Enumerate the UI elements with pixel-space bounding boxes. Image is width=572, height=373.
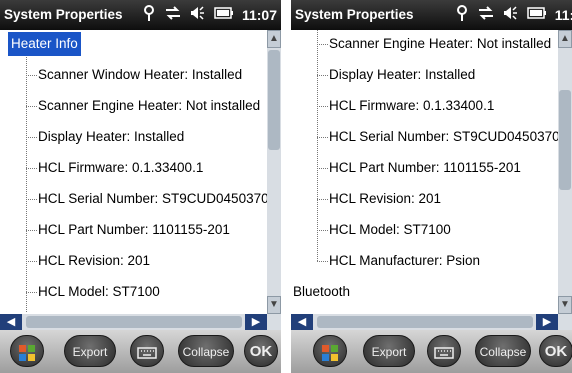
speaker-icon (190, 5, 206, 26)
export-button[interactable]: Export (363, 335, 415, 367)
signal-icon (142, 4, 156, 27)
scroll-left-button[interactable]: ◀ (291, 314, 313, 330)
window-title: System Properties (295, 7, 414, 22)
keyboard-button[interactable] (427, 335, 461, 367)
scroll-up-button[interactable]: ▲ (558, 30, 572, 48)
tree-branch (26, 230, 37, 231)
tree-branch (317, 75, 328, 76)
keyboard-button[interactable] (130, 335, 164, 367)
sync-arrows-icon (164, 5, 182, 26)
scroll-thumb[interactable] (268, 50, 280, 150)
status-icons: 11:0 (455, 4, 572, 27)
start-button[interactable] (313, 335, 347, 367)
tree-branch (26, 199, 37, 200)
tree-branch (317, 230, 328, 231)
tree-branch (26, 75, 37, 76)
battery-icon (527, 6, 547, 24)
scroll-up-button[interactable]: ▲ (267, 30, 281, 48)
tree-branch (26, 261, 37, 262)
scroll-thumb[interactable] (559, 90, 571, 190)
tree-item[interactable]: HCL Firmware: 0.1.33400.1 (38, 156, 203, 180)
taskbar: Export Collapse OK (0, 330, 281, 373)
tree-branch (26, 106, 37, 107)
tree-item[interactable]: HCL Manufacturer: Psion (329, 249, 480, 273)
sync-arrows-icon (477, 5, 495, 26)
tree-branch (317, 44, 328, 45)
keyboard-icon (137, 345, 157, 359)
tree-branch (317, 137, 328, 138)
vertical-scrollbar[interactable]: ▲ ▼ (558, 30, 572, 314)
tree-item[interactable]: HCL Model: ST7100 (329, 218, 451, 242)
tree-item[interactable]: Display Heater: Installed (38, 125, 184, 149)
tree-root-bluetooth[interactable]: Bluetooth (293, 280, 350, 304)
tree-item[interactable]: Scanner Engine Heater: Not installed (329, 32, 551, 56)
scroll-left-button[interactable]: ◀ (0, 314, 22, 330)
tree-branch (317, 261, 328, 262)
tree-item[interactable]: HCL Part Number: 1101155-201 (38, 218, 230, 242)
property-tree[interactable]: Scanner Engine Heater: Not installed Dis… (291, 30, 561, 314)
title-bar: System Properties 11:07 (0, 0, 281, 30)
clock: 11:07 (241, 7, 277, 23)
property-tree[interactable]: Heater Info Scanner Window Heater: Insta… (0, 30, 270, 314)
tree-item[interactable]: HCL Part Number: 1101155-201 (329, 156, 521, 180)
windows-start-icon (18, 344, 36, 361)
tree-item[interactable]: HCL Revision: 201 (329, 187, 441, 211)
tree-item[interactable]: Display Heater: Installed (329, 63, 475, 87)
battery-icon (214, 6, 234, 24)
tree-item[interactable]: HCL Firmware: 0.1.33400.1 (329, 94, 494, 118)
window-title: System Properties (4, 7, 123, 22)
scroll-down-button[interactable]: ▼ (558, 296, 572, 314)
status-icons: 11:07 (142, 4, 281, 27)
taskbar: Export Collapse OK (291, 330, 572, 373)
left-screen: System Properties 11:07 Heater Info Scan… (0, 0, 281, 373)
tree-branch (317, 168, 328, 169)
horizontal-scrollbar[interactable]: ◀ ▶ (291, 314, 572, 330)
horizontal-scrollbar[interactable]: ◀ ▶ (0, 314, 281, 330)
collapse-button[interactable]: Collapse (475, 335, 531, 367)
tree-branch (317, 199, 328, 200)
start-button[interactable] (10, 335, 44, 367)
tree-line (26, 54, 27, 312)
tree-branch (317, 106, 328, 107)
export-button[interactable]: Export (64, 335, 116, 367)
clock: 11:0 (554, 7, 572, 23)
collapse-button[interactable]: Collapse (178, 335, 234, 367)
tree-branch (26, 137, 37, 138)
tree-branch (26, 292, 37, 293)
ok-button[interactable]: OK (539, 335, 572, 367)
speaker-icon (503, 5, 519, 26)
tree-item[interactable]: HCL Serial Number: ST9CUD04503701 (329, 125, 561, 149)
scroll-thumb[interactable] (317, 316, 533, 328)
right-screen: System Properties 11:0 Scanner Engine He… (291, 0, 572, 373)
tree-branch (26, 168, 37, 169)
windows-start-icon (321, 344, 339, 361)
keyboard-icon (434, 345, 454, 359)
scroll-down-button[interactable]: ▼ (267, 296, 281, 314)
title-bar: System Properties 11:0 (291, 0, 572, 30)
tree-item[interactable]: HCL Revision: 201 (38, 249, 150, 273)
tree-item[interactable]: HCL Serial Number: ST9CUD04503701 (38, 187, 270, 211)
scroll-thumb[interactable] (26, 316, 242, 328)
tree-item[interactable]: Scanner Engine Heater: Not installed (38, 94, 260, 118)
ok-button[interactable]: OK (244, 335, 278, 367)
tree-root-heater-info[interactable]: Heater Info (8, 32, 81, 56)
tree-item[interactable]: HCL Model: ST7100 (38, 280, 160, 304)
tree-line (317, 30, 318, 261)
tree-item[interactable]: Scanner Window Heater: Installed (38, 63, 242, 87)
vertical-scrollbar[interactable]: ▲ ▼ (267, 30, 281, 314)
scroll-right-button[interactable]: ▶ (245, 314, 267, 330)
scroll-right-button[interactable]: ▶ (536, 314, 558, 330)
signal-icon (455, 4, 469, 27)
